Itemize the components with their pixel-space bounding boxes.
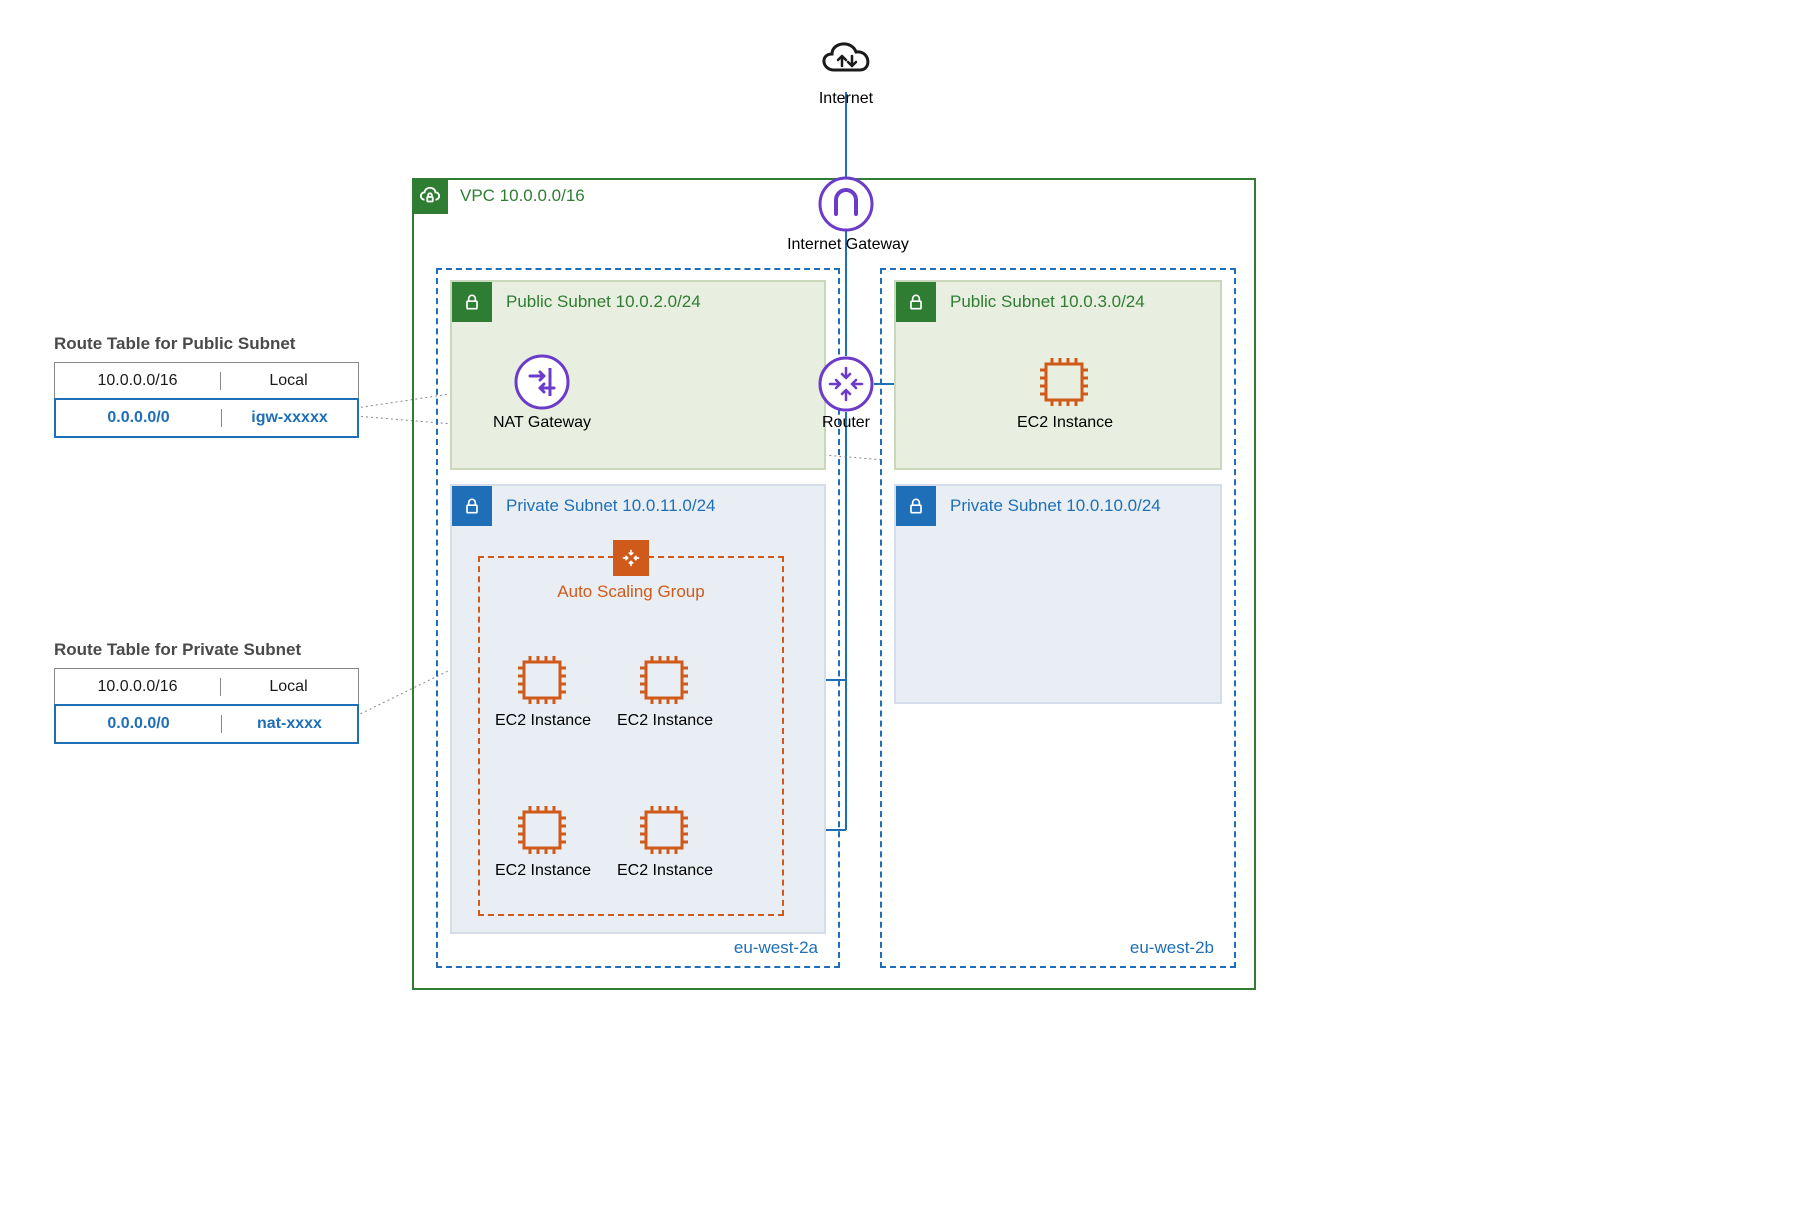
table-row: 0.0.0.0/0 igw-xxxxx [54, 398, 359, 438]
route-public-title: Route Table for Public Subnet [54, 334, 295, 354]
az-b-label: eu-west-2b [1130, 938, 1214, 958]
cell-target: nat-xxxx [222, 715, 357, 733]
az-b-private-label: Private Subnet 10.0.10.0/24 [950, 496, 1161, 516]
ec2-icon [636, 802, 692, 858]
ec2-icon [514, 802, 570, 858]
ec2-label: EC2 Instance [610, 712, 720, 730]
lock-icon [452, 486, 492, 526]
route-public-table: 10.0.0.0/16 Local 0.0.0.0/0 igw-xxxxx [54, 362, 359, 438]
ec2-label: EC2 Instance [488, 862, 598, 880]
router-label: Router [812, 414, 880, 432]
internet-icon [814, 30, 878, 84]
lock-icon [896, 486, 936, 526]
cell-target: igw-xxxxx [222, 409, 357, 427]
table-row: 10.0.0.0/16 Local [55, 669, 358, 705]
ec2-label: EC2 Instance [1010, 414, 1120, 432]
ec2-label: EC2 Instance [488, 712, 598, 730]
cell-dest: 0.0.0.0/0 [56, 409, 222, 427]
asg-icon [613, 540, 649, 576]
az-b-public-label: Public Subnet 10.0.3.0/24 [950, 292, 1145, 312]
table-row: 10.0.0.0/16 Local [55, 363, 358, 399]
route-private-table: 10.0.0.0/16 Local 0.0.0.0/0 nat-xxxx [54, 668, 359, 744]
az-a-public-label: Public Subnet 10.0.2.0/24 [506, 292, 701, 312]
diagram-canvas: Internet VPC 10.0.0.0/16 Internet Gatewa… [0, 0, 1812, 1218]
route-private-title: Route Table for Private Subnet [54, 640, 301, 660]
nat-gateway-label: NAT Gateway [480, 414, 604, 432]
internet-label: Internet [796, 90, 896, 108]
cloud-lock-icon [412, 178, 448, 214]
vpc-label: VPC 10.0.0.0/16 [460, 186, 585, 206]
az-a-private-label: Private Subnet 10.0.11.0/24 [506, 496, 716, 516]
lock-icon [896, 282, 936, 322]
cell-target: Local [221, 678, 356, 696]
router-icon [818, 356, 874, 412]
table-row: 0.0.0.0/0 nat-xxxx [54, 704, 359, 744]
cell-dest: 0.0.0.0/0 [56, 715, 222, 733]
cell-target: Local [221, 372, 356, 390]
az-b-private-subnet: Private Subnet 10.0.10.0/24 [894, 484, 1222, 704]
cell-dest: 10.0.0.0/16 [55, 372, 221, 390]
ec2-label: EC2 Instance [610, 862, 720, 880]
ec2-icon [514, 652, 570, 708]
ec2-icon [1036, 354, 1092, 410]
az-a-public-subnet: Public Subnet 10.0.2.0/24 [450, 280, 826, 470]
ec2-icon [636, 652, 692, 708]
cell-dest: 10.0.0.0/16 [55, 678, 221, 696]
lock-icon [452, 282, 492, 322]
internet-gateway-icon [818, 176, 874, 232]
az-a-label: eu-west-2a [734, 938, 818, 958]
asg-label: Auto Scaling Group [480, 582, 782, 602]
nat-gateway-icon [514, 354, 570, 410]
internet-gateway-label: Internet Gateway [770, 236, 926, 254]
